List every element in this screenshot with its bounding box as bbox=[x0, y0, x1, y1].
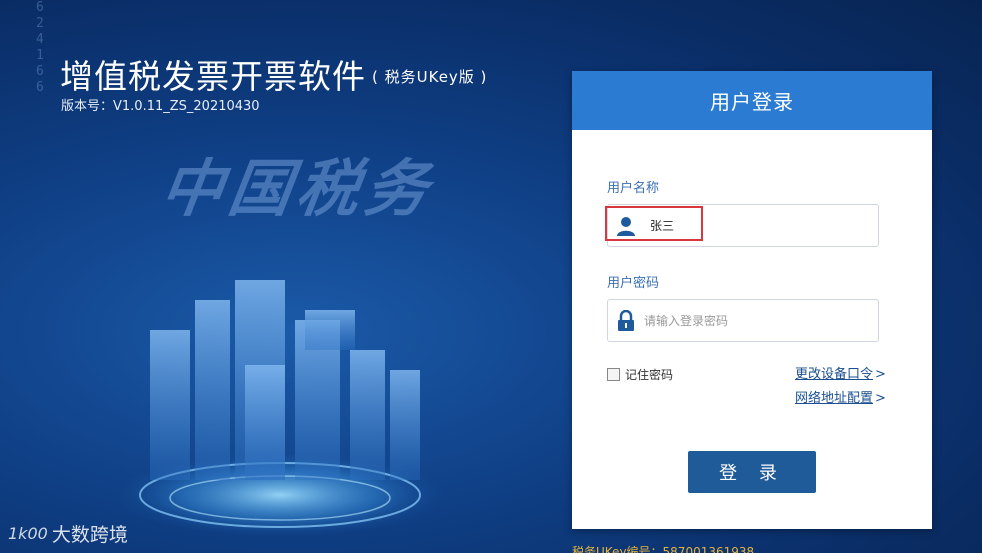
username-label: 用户名称 bbox=[607, 181, 660, 196]
chevron-right-icon: > bbox=[875, 391, 886, 406]
lock-icon bbox=[608, 309, 644, 332]
app-title-text: 增值税发票开票软件 bbox=[60, 57, 366, 96]
remember-password-checkbox[interactable] bbox=[607, 368, 620, 381]
change-device-pin-link[interactable]: 更改设备口令 > bbox=[795, 363, 886, 382]
login-panel: 用户登录 用户名称 张三 用户密码 请输入登录密码 记住密码 更改设备口令 > 网… bbox=[572, 71, 932, 529]
ukey-number: 税务UKey编号：587001361938 bbox=[572, 545, 755, 553]
remember-password[interactable]: 记住密码 bbox=[607, 366, 673, 383]
change-device-pin-label: 更改设备口令 bbox=[795, 367, 874, 382]
login-button[interactable]: 登 录 bbox=[688, 451, 816, 493]
background-digits: 624166 bbox=[36, 0, 44, 95]
password-field[interactable]: 请输入登录密码 bbox=[607, 299, 879, 342]
app-subtitle: ( 税务UKey版 ) bbox=[372, 68, 488, 86]
watermark: 1k00 大数跨境 bbox=[8, 520, 128, 547]
version-label: 版本号：V1.0.11_ZS_20210430 bbox=[61, 99, 260, 114]
city-skyline-illustration bbox=[120, 280, 445, 537]
password-placeholder: 请输入登录密码 bbox=[644, 314, 729, 328]
watermark-text: 大数跨境 bbox=[51, 524, 128, 546]
network-config-label: 网络地址配置 bbox=[795, 391, 874, 406]
watermark-logo: 1k00 bbox=[8, 524, 48, 543]
app-title: 增值税发票开票软件 ( 税务UKey版 ) bbox=[60, 50, 487, 98]
chevron-right-icon: > bbox=[875, 367, 886, 382]
username-highlight-box bbox=[605, 206, 703, 241]
remember-password-label: 记住密码 bbox=[625, 368, 674, 382]
password-label: 用户密码 bbox=[607, 276, 660, 291]
china-tax-calligraphy: 中国税务 bbox=[156, 152, 439, 225]
login-header: 用户登录 bbox=[572, 71, 932, 130]
network-config-link[interactable]: 网络地址配置 > bbox=[795, 387, 886, 406]
